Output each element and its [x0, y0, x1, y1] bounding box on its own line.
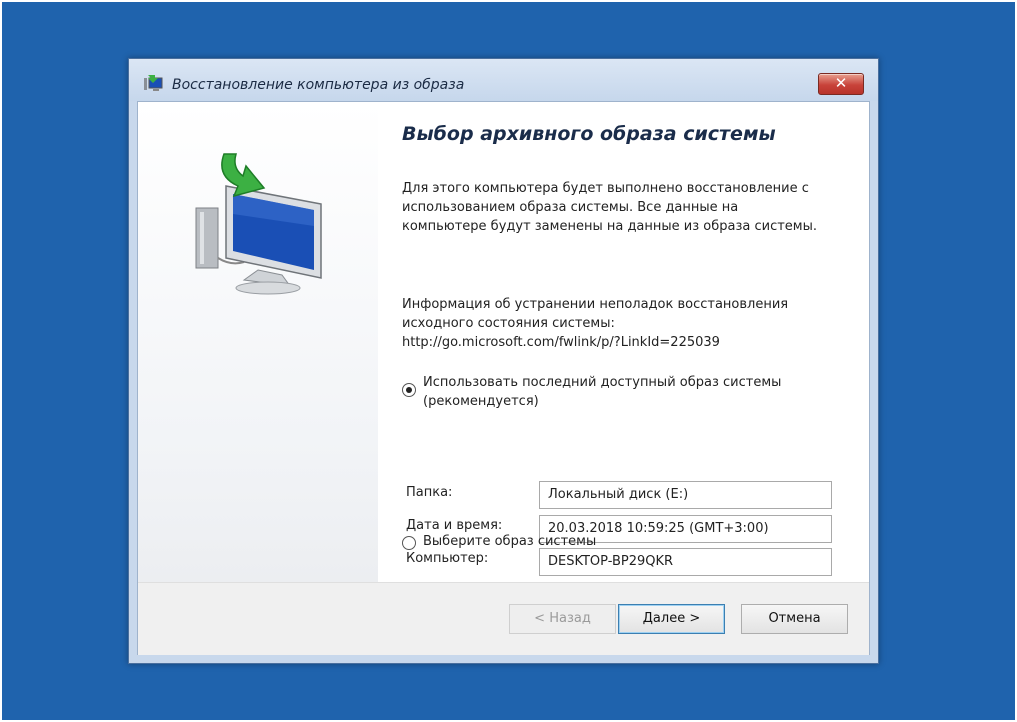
restore-wizard-window: Восстановление компьютера из образа ✕ Вы… — [128, 58, 879, 664]
computer-restore-arrow-icon — [195, 153, 322, 295]
info-line-2: исходного состояния системы: — [402, 316, 615, 331]
datetime-label: Дата и время: — [406, 518, 503, 533]
wizard-footer: < Назад Далее > Отмена — [138, 582, 869, 655]
wizard-client-area: Выбор архивного образа системы Для этого… — [137, 101, 870, 655]
cancel-button[interactable]: Отмена — [741, 604, 848, 634]
window-title: Восстановление компьютера из образа — [172, 77, 465, 93]
back-button[interactable]: < Назад — [509, 604, 616, 634]
troubleshooting-info: Информация об устранении неполадок восст… — [402, 295, 832, 352]
computer-label: Компьютер: — [406, 551, 489, 566]
title-bar[interactable]: Восстановление компьютера из образа ✕ — [129, 59, 878, 101]
page-heading: Выбор архивного образа системы — [402, 123, 776, 145]
choose-image-radio[interactable] — [402, 536, 416, 550]
close-button[interactable]: ✕ — [818, 73, 864, 95]
folder-label: Папка: — [406, 485, 453, 500]
info-link[interactable]: http://go.microsoft.com/fwlink/p/?LinkId… — [402, 333, 832, 352]
folder-field: Локальный диск (E:) — [539, 481, 832, 509]
wizard-side-panel — [138, 102, 378, 582]
use-latest-image-radio[interactable] — [402, 383, 416, 397]
info-line-1: Информация об устранении неполадок восст… — [402, 297, 789, 312]
page-description: Для этого компьютера будет выполнено вос… — [402, 181, 818, 234]
computer-field: DESKTOP-BP29QKR — [539, 548, 832, 576]
restore-computer-icon — [144, 75, 163, 91]
next-button[interactable]: Далее > — [618, 604, 725, 634]
choose-image-label[interactable]: Выберите образ системы — [423, 534, 596, 549]
use-latest-image-label[interactable]: Использовать последний доступный образ с… — [423, 373, 843, 411]
